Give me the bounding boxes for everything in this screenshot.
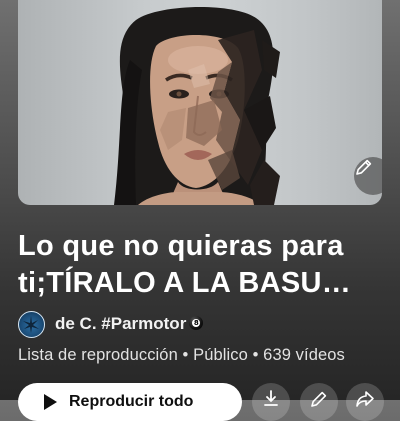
playlist-title-line-1: Lo que no quieras para xyxy=(18,230,344,262)
pencil-icon xyxy=(356,159,372,175)
play-all-label: Reproducir todo xyxy=(69,393,194,410)
playlist-meta: Lista de reproducción • Público • 639 ví… xyxy=(18,346,345,364)
play-all-button[interactable]: Reproducir todo xyxy=(18,383,242,421)
playlist-title: Lo que no quieras para ti;TÍRALO A LA BA… xyxy=(18,228,390,302)
playlist-owner[interactable]: de C. #Parmotor xyxy=(18,310,204,338)
avatar-graphic xyxy=(23,315,39,333)
owner-name: de C. #Parmotor xyxy=(55,314,204,334)
edit-playlist-button[interactable] xyxy=(300,383,338,421)
playlist-cover-image xyxy=(18,0,382,205)
download-icon xyxy=(264,390,278,406)
playlist-title-line-2: ti;TÍRALO A LA BASU… xyxy=(18,267,352,299)
play-icon xyxy=(44,394,57,410)
share-icon xyxy=(356,391,374,407)
pencil-icon xyxy=(311,391,327,407)
download-button[interactable] xyxy=(252,383,290,421)
owner-avatar xyxy=(18,310,45,338)
share-button[interactable] xyxy=(346,383,384,421)
eight-ball-emoji xyxy=(189,316,204,330)
cover-portrait-artwork xyxy=(114,6,280,205)
